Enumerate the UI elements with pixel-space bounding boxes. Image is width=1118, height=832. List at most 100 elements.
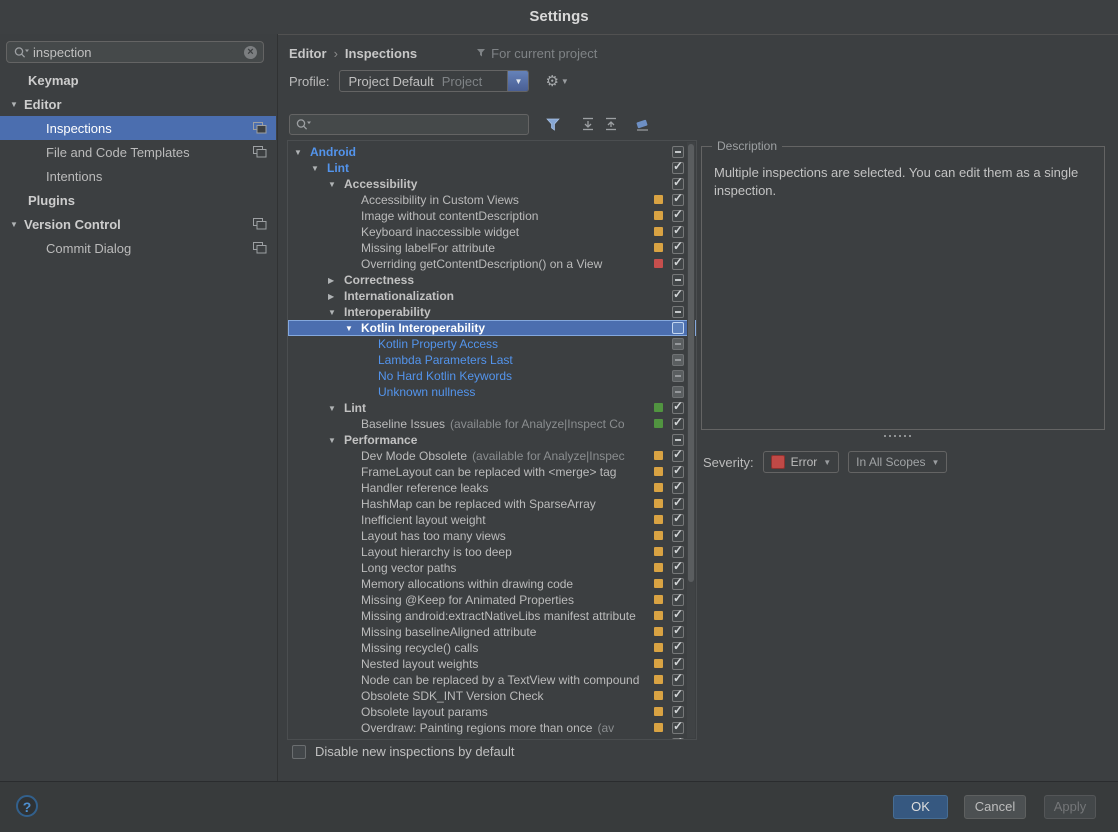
- inspection-row-long-vector-paths[interactable]: Long vector paths: [288, 559, 696, 576]
- inspection-checkbox-checked[interactable]: [672, 255, 684, 270]
- sidebar-item-commit-dialog[interactable]: Commit Dialog: [0, 236, 276, 260]
- inspection-row-nested-layout-weights[interactable]: Nested layout weights: [288, 655, 696, 672]
- inspection-checkbox-checked[interactable]: [672, 223, 684, 238]
- inspection-row-framelayout-can-be-replaced-with-merge-tag[interactable]: FrameLayout can be replaced with <merge>…: [288, 463, 696, 480]
- scrollbar-thumb[interactable]: [688, 144, 694, 582]
- inspection-checkbox-checked[interactable]: [672, 623, 684, 638]
- tree-toggle-icon[interactable]: ▼: [311, 164, 327, 173]
- sidebar-item-plugins[interactable]: Plugins: [0, 188, 276, 212]
- inspection-checkbox-checked[interactable]: [672, 175, 684, 190]
- tree-toggle-icon[interactable]: ▼: [328, 180, 344, 189]
- inspection-row-unknown-nullness[interactable]: Unknown nullness: [288, 384, 696, 400]
- splitter-handle[interactable]: [884, 435, 914, 437]
- tree-toggle-icon[interactable]: ▶: [328, 292, 344, 301]
- inspection-row-internationalization[interactable]: ▶ Internationalization: [288, 287, 696, 304]
- reset-filter-icon[interactable]: [634, 117, 651, 132]
- sidebar-item-editor[interactable]: ▼ Editor: [0, 92, 276, 116]
- tree-toggle-icon[interactable]: ▼: [328, 436, 344, 445]
- inspection-row-no-hard-kotlin-keywords[interactable]: No Hard Kotlin Keywords: [288, 368, 696, 384]
- inspection-row-kotlin-interoperability[interactable]: ▼ Kotlin Interoperability: [288, 320, 696, 336]
- tree-toggle-icon[interactable]: ▼: [328, 404, 344, 413]
- profile-combobox[interactable]: Project Default Project ▼: [339, 70, 530, 92]
- inspection-checkbox-checked[interactable]: [672, 239, 684, 254]
- inspection-checkbox-checked[interactable]: [672, 159, 684, 174]
- expand-all-icon[interactable]: [581, 117, 595, 131]
- help-button[interactable]: ?: [16, 795, 38, 817]
- inspection-checkbox-checked[interactable]: [672, 687, 684, 702]
- inspection-row-inefficient-layout-weight[interactable]: Inefficient layout weight: [288, 511, 696, 528]
- inspection-checkbox-checked[interactable]: [672, 559, 684, 574]
- inspection-checkbox-checked[interactable]: [672, 703, 684, 718]
- filter-icon[interactable]: [545, 117, 561, 132]
- inspection-checkbox-checked[interactable]: [672, 527, 684, 542]
- inspection-checkbox-filled[interactable]: [672, 386, 684, 398]
- inspection-row-layout-has-too-many-views[interactable]: Layout has too many views: [288, 527, 696, 544]
- inspection-checkbox-checked[interactable]: [672, 479, 684, 494]
- inspection-row-accessibility[interactable]: ▼ Accessibility: [288, 175, 696, 192]
- inspection-row-lint[interactable]: ▼ Lint: [288, 159, 696, 176]
- inspections-search-field[interactable]: [289, 113, 529, 135]
- inspection-checkbox-checked[interactable]: [672, 591, 684, 606]
- inspection-row-lint[interactable]: ▼ Lint: [288, 399, 696, 416]
- expand-arrow-icon[interactable]: ▼: [10, 220, 24, 229]
- inspection-checkbox-checked[interactable]: [672, 415, 684, 430]
- inspection-checkbox-checked[interactable]: [672, 575, 684, 590]
- inspection-checkbox-partial[interactable]: [672, 274, 684, 286]
- inspection-checkbox-checked[interactable]: [672, 655, 684, 670]
- checkbox-unchecked[interactable]: [292, 744, 306, 759]
- inspection-checkbox-filled[interactable]: [672, 338, 684, 350]
- inspection-checkbox-checked[interactable]: [672, 671, 684, 686]
- tree-toggle-icon[interactable]: ▼: [294, 148, 310, 157]
- inspection-row-hashmap-can-be-replaced-with-sparsearray[interactable]: HashMap can be replaced with SparseArray: [288, 495, 696, 512]
- inspection-row-interoperability[interactable]: ▼ Interoperability: [288, 304, 696, 320]
- cancel-button[interactable]: Cancel: [964, 795, 1026, 819]
- inspection-row-kotlin-property-access[interactable]: Kotlin Property Access: [288, 336, 696, 352]
- inspection-checkbox-partial[interactable]: [672, 146, 684, 158]
- vertical-scrollbar[interactable]: [687, 142, 695, 738]
- inspection-checkbox-partial[interactable]: [672, 306, 684, 318]
- inspection-row-missing-keep-for-animated-properties[interactable]: Missing @Keep for Animated Properties: [288, 591, 696, 608]
- inspection-row-missing-recycle-calls[interactable]: Missing recycle() calls: [288, 639, 696, 656]
- inspection-checkbox-filled[interactable]: [672, 354, 684, 366]
- inspection-row-missing-labelfor-attribute[interactable]: Missing labelFor attribute: [288, 239, 696, 256]
- inspection-row-obsolete-layout-params[interactable]: Obsolete layout params: [288, 703, 696, 720]
- inspection-row-image-without-contentdescription[interactable]: Image without contentDescription: [288, 207, 696, 224]
- sidebar-item-keymap[interactable]: Keymap: [0, 68, 276, 92]
- inspection-row-handler-reference-leaks[interactable]: Handler reference leaks: [288, 479, 696, 496]
- inspection-row-lambda-parameters-last[interactable]: Lambda Parameters Last: [288, 352, 696, 368]
- inspection-checkbox-checked[interactable]: [672, 463, 684, 478]
- clear-search-icon[interactable]: ×: [244, 45, 257, 59]
- sidebar-item-version-control[interactable]: ▼ Version Control: [0, 212, 276, 236]
- inspection-row-baseline-issues[interactable]: Baseline Issues (available for Analyze|In…: [288, 415, 696, 432]
- inspection-checkbox-checked[interactable]: [672, 447, 684, 462]
- collapse-all-icon[interactable]: [604, 117, 618, 131]
- inspection-checkbox-checked[interactable]: [672, 735, 684, 739]
- inspection-checkbox-checked[interactable]: [672, 495, 684, 510]
- inspection-row-missing-android-extractnativelibs-manifest-attribute[interactable]: Missing android:extractNativeLibs manife…: [288, 607, 696, 624]
- breadcrumb-editor[interactable]: Editor: [289, 46, 327, 61]
- inspection-row-missing-baselinealigned-attribute[interactable]: Missing baselineAligned attribute: [288, 623, 696, 640]
- settings-search-input[interactable]: [33, 44, 240, 60]
- inspection-row-keyboard-inaccessible-widget[interactable]: Keyboard inaccessible widget: [288, 223, 696, 240]
- inspection-row-layout-hierarchy-is-too-deep[interactable]: Layout hierarchy is too deep: [288, 543, 696, 560]
- inspection-row-android[interactable]: ▼ Android: [288, 144, 696, 160]
- inspection-checkbox-checked[interactable]: [672, 287, 684, 302]
- inspection-checkbox-checked[interactable]: [672, 511, 684, 526]
- inspection-checkbox-partial[interactable]: [672, 434, 684, 446]
- profile-actions[interactable]: ⚙ ▼: [545, 72, 568, 90]
- severity-combobox[interactable]: Error ▼: [762, 451, 840, 473]
- inspection-row-overriding-getcontentdescription-on-a-view[interactable]: Overriding getContentDescription() on a …: [288, 255, 696, 272]
- settings-search-field[interactable]: ×: [6, 41, 264, 63]
- gear-icon[interactable]: ⚙: [545, 72, 558, 90]
- expand-arrow-icon[interactable]: ▼: [10, 100, 24, 109]
- inspection-checkbox-checked[interactable]: [672, 639, 684, 654]
- tree-toggle-icon[interactable]: ▶: [328, 276, 344, 285]
- disable-new-inspections-option[interactable]: Disable new inspections by default: [292, 744, 514, 759]
- scope-combobox[interactable]: In All Scopes ▼: [848, 451, 948, 473]
- chevron-down-icon[interactable]: ▼: [507, 71, 529, 91]
- sidebar-item-intentions[interactable]: Intentions: [0, 164, 276, 188]
- inspection-checkbox-checked[interactable]: [672, 719, 684, 734]
- inspection-row-accessibility-in-custom-views[interactable]: Accessibility in Custom Views: [288, 191, 696, 208]
- inspection-row[interactable]: [288, 735, 696, 739]
- inspection-checkbox-checked[interactable]: [672, 543, 684, 558]
